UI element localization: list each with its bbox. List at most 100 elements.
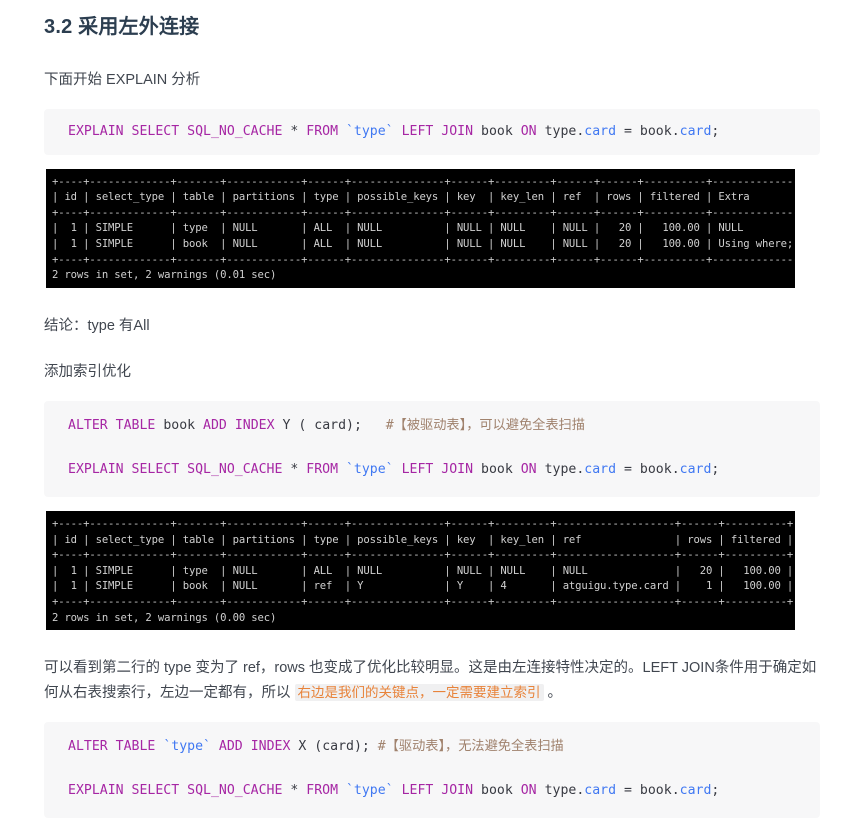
- code-line: ALTER TABLE book ADD INDEX Y ( card); #【…: [44, 415, 820, 437]
- sql-equals: =: [624, 782, 632, 798]
- code-line: EXPLAIN SELECT SQL_NO_CACHE * FROM `type…: [44, 121, 820, 143]
- sql-keyword: SELECT: [131, 782, 180, 798]
- sql-dot: .: [671, 462, 680, 478]
- sql-keyword: FROM: [306, 782, 339, 798]
- sql-column: card: [584, 782, 617, 798]
- terminal-data-row: | 1 | SIMPLE | book | NULL | ref | Y | Y…: [52, 580, 794, 593]
- code-block-alter-x[interactable]: ALTER TABLE `type` ADD INDEX X (card); #…: [44, 721, 820, 818]
- sql-keyword: TABLE: [115, 418, 156, 434]
- terminal-line: +----+-------------+-------+------------…: [52, 596, 795, 609]
- sql-comment: #【被驱动表】，可以避免全表扫描: [385, 418, 585, 434]
- terminal-data-row: | 1 | SIMPLE | type | NULL | ALL | NULL …: [52, 222, 744, 235]
- code-line: EXPLAIN SELECT SQL_NO_CACHE * FROM `type…: [44, 459, 820, 481]
- terminal-line: +----+-------------+-------+------------…: [52, 253, 795, 266]
- code-line: EXPLAIN SELECT SQL_NO_CACHE * FROM `type…: [44, 780, 820, 802]
- sql-index-name: Y: [282, 418, 291, 434]
- sql-identifier: type: [544, 782, 577, 798]
- sql-keyword: SQL_NO_CACHE: [187, 462, 283, 478]
- terminal-line: +----+-------------+-------+------------…: [52, 518, 795, 531]
- sql-keyword: FROM: [306, 462, 339, 478]
- sql-identifier: book: [639, 123, 672, 139]
- sql-keyword: ALTER: [68, 418, 108, 434]
- sql-table: book: [481, 123, 513, 139]
- analysis-line-2-suffix: 。: [543, 684, 563, 701]
- sql-keyword: EXPLAIN: [68, 462, 124, 478]
- sql-table-quoted: `type`: [345, 123, 394, 139]
- sql-keyword: SELECT: [131, 462, 180, 478]
- sql-star: *: [290, 462, 299, 478]
- sql-column: card: [679, 123, 712, 139]
- sql-equals: =: [624, 462, 632, 478]
- sql-table-quoted: `type`: [163, 738, 211, 754]
- sql-keyword: ADD: [203, 418, 227, 434]
- terminal-status-line: 2 rows in set, 2 warnings (0.00 sec): [52, 611, 277, 624]
- sql-keyword: INDEX: [234, 418, 275, 434]
- sql-keyword: JOIN: [441, 462, 474, 478]
- sql-comment: #【驱动表】，无法避免全表扫描: [377, 738, 564, 754]
- sql-keyword: SQL_NO_CACHE: [187, 123, 283, 139]
- sql-keyword: FROM: [306, 123, 339, 139]
- sql-table: book: [481, 462, 513, 478]
- sql-table-quoted: `type`: [345, 462, 394, 478]
- sql-keyword: JOIN: [441, 782, 474, 798]
- terminal-header-row: | id | select_type | table | partitions …: [52, 191, 750, 204]
- intro-paragraph: 下面开始 EXPLAIN 分析: [44, 72, 201, 88]
- sql-dot: .: [576, 782, 585, 798]
- sql-semicolon: ;: [711, 462, 720, 478]
- sql-keyword: EXPLAIN: [68, 782, 124, 798]
- sql-star: *: [290, 782, 299, 798]
- document-page: 3.2 采用左外连接 下面开始 EXPLAIN 分析 EXPLAIN SELEC…: [0, 12, 864, 818]
- terminal-output-2: +----+-------------+-------+------------…: [46, 511, 795, 631]
- terminal-data-row: | 1 | SIMPLE | type | NULL | ALL | NULL …: [52, 564, 794, 577]
- sql-paren-expr: ( card);: [298, 418, 362, 434]
- sql-keyword: LEFT: [401, 462, 434, 478]
- page-title: 3.2 采用左外连接: [44, 16, 200, 38]
- sql-keyword: JOIN: [441, 123, 474, 139]
- sql-paren-expr: (card);: [314, 738, 370, 754]
- sql-keyword: ADD: [218, 738, 243, 754]
- sql-identifier: type: [544, 123, 577, 139]
- sql-table: book: [163, 418, 196, 434]
- sql-keyword: ON: [520, 123, 537, 139]
- sql-keyword: ON: [520, 782, 537, 798]
- sql-identifier: type: [544, 462, 577, 478]
- sql-column: card: [584, 123, 617, 139]
- sql-identifier: book: [639, 782, 672, 798]
- sql-dot: .: [671, 123, 680, 139]
- sql-keyword: LEFT: [401, 782, 434, 798]
- sql-column: card: [679, 782, 712, 798]
- code-line: ALTER TABLE `type` ADD INDEX X (card); #…: [44, 736, 820, 758]
- sql-identifier: book: [639, 462, 672, 478]
- sql-keyword: INDEX: [250, 738, 291, 754]
- terminal-line: +----+-------------+-------+------------…: [52, 549, 795, 562]
- sql-table: book: [481, 782, 513, 798]
- conclusion-text: 结论：type 有All: [44, 317, 150, 334]
- sql-star: *: [290, 123, 299, 139]
- code-block-explain-1[interactable]: EXPLAIN SELECT SQL_NO_CACHE * FROM `type…: [44, 108, 820, 155]
- highlighted-note: 右边是我们的关键点，一定需要建立索引: [294, 683, 544, 701]
- terminal-line: +----+-------------+-------+------------…: [52, 175, 795, 188]
- sql-keyword: TABLE: [115, 738, 156, 754]
- sql-semicolon: ;: [711, 782, 720, 798]
- sql-equals: =: [624, 123, 632, 139]
- sql-keyword: ON: [520, 462, 537, 478]
- sql-column: card: [584, 462, 617, 478]
- sql-column: card: [679, 462, 712, 478]
- sql-keyword: LEFT: [401, 123, 434, 139]
- sql-dot: .: [671, 782, 680, 798]
- terminal-data-row: | 1 | SIMPLE | book | NULL | ALL | NULL …: [52, 238, 794, 251]
- code-block-alter-y[interactable]: ALTER TABLE book ADD INDEX Y ( card); #【…: [44, 401, 820, 498]
- terminal-line: +----+-------------+-------+------------…: [52, 206, 795, 219]
- analysis-paragraph: 可以看到第二行的 type 变为了 ref，rows 也变成了优化比较明显。这是…: [44, 656, 820, 705]
- terminal-output-1: +----+-------------+-------+------------…: [46, 168, 795, 288]
- add-index-label: 添加索引优化: [44, 364, 131, 381]
- sql-semicolon: ;: [711, 123, 720, 139]
- sql-table-quoted: `type`: [345, 782, 394, 798]
- sql-keyword: SQL_NO_CACHE: [187, 782, 283, 798]
- sql-keyword: ALTER: [68, 738, 108, 754]
- sql-keyword: EXPLAIN: [68, 123, 124, 139]
- sql-index-name: X: [298, 738, 307, 754]
- analysis-line-1: 可以看到第二行的 type 变为了 ref，rows 也变成了优化比较明显。这是…: [44, 660, 715, 677]
- terminal-status-line: 2 rows in set, 2 warnings (0.01 sec): [52, 269, 277, 282]
- terminal-header-row: | id | select_type | table | partitions …: [52, 533, 794, 546]
